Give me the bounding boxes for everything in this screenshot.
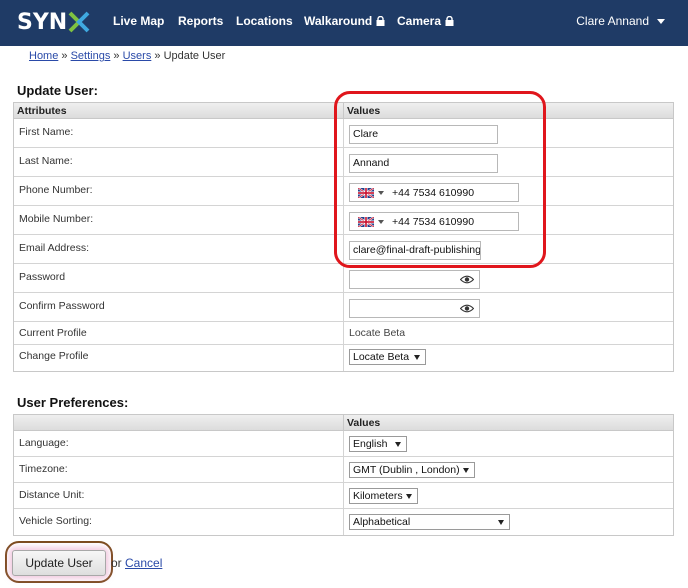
caret-down-icon — [463, 468, 469, 473]
col-values: Values — [347, 417, 381, 429]
table-header: Attributes Values — [14, 103, 673, 119]
cancel-link[interactable]: Cancel — [125, 556, 162, 570]
email-label: Email Address: — [14, 235, 344, 263]
mobile-label: Mobile Number: — [14, 206, 344, 234]
phone-value: +44 7534 610990 — [392, 186, 475, 199]
breadcrumb-settings[interactable]: Settings — [71, 50, 111, 62]
change-profile-value: Locate Beta — [353, 351, 410, 363]
first-name-label: First Name: — [14, 119, 344, 147]
distance-unit-select[interactable]: Kilometers — [349, 488, 418, 504]
row-change-profile: Change Profile Locate Beta — [14, 345, 673, 371]
first-name-input[interactable]: Clare — [349, 125, 498, 144]
current-profile-value: Locate Beta — [349, 327, 406, 339]
table-header: Values — [14, 415, 673, 431]
nav-camera-label: Camera — [397, 14, 442, 28]
user-preferences-title: User Preferences: — [17, 395, 129, 410]
col-values: Values — [347, 105, 381, 117]
change-profile-select[interactable]: Locate Beta — [349, 349, 426, 365]
nav-live-map[interactable]: Live Map — [113, 14, 164, 28]
caret-down-icon — [498, 520, 504, 525]
breadcrumb-separator: » — [61, 50, 68, 62]
nav-live-map-label: Live Map — [113, 14, 165, 28]
caret-down-icon — [657, 19, 665, 24]
current-profile-label: Current Profile — [14, 322, 344, 344]
eye-icon[interactable] — [460, 304, 474, 313]
breadcrumb-home[interactable]: Home — [29, 50, 58, 62]
last-name-input[interactable]: Annand — [349, 154, 498, 173]
row-timezone: Timezone: GMT (Dublin , London) — [14, 457, 673, 483]
phone-input[interactable]: +44 7534 610990 — [349, 183, 519, 202]
mobile-value: +44 7534 610990 — [392, 215, 475, 228]
caret-down-icon — [414, 355, 420, 360]
nav-locations[interactable]: Locations — [236, 14, 293, 28]
row-last-name: Last Name: Annand — [14, 148, 673, 177]
user-name: Clare Annand — [576, 14, 649, 28]
lock-icon — [376, 16, 385, 26]
caret-down-icon — [406, 494, 412, 499]
user-preferences-table: Values Language: English Timezone: GMT (… — [13, 414, 674, 536]
logo-x-icon — [68, 11, 90, 33]
col-blank — [14, 415, 344, 430]
caret-down-icon — [378, 219, 384, 224]
row-language: Language: English — [14, 431, 673, 457]
uk-flag-icon[interactable] — [358, 216, 374, 227]
nav-reports-label: Reports — [178, 14, 224, 28]
breadcrumb: Home » Settings » Users » Update User — [29, 50, 225, 62]
language-select[interactable]: English — [349, 436, 407, 452]
confirm-password-label: Confirm Password — [14, 293, 344, 321]
uk-flag-icon[interactable] — [358, 187, 374, 198]
breadcrumb-separator: » — [113, 50, 120, 62]
update-user-button[interactable]: Update User — [12, 550, 106, 576]
mobile-input[interactable]: +44 7534 610990 — [349, 212, 519, 231]
row-phone: Phone Number: +44 7534 610990 — [14, 177, 673, 206]
logo-text: SYN — [17, 9, 68, 35]
lock-icon — [445, 16, 454, 26]
update-user-title: Update User: — [17, 83, 98, 98]
user-menu[interactable]: Clare Annand — [576, 14, 665, 28]
vehicle-sorting-select[interactable]: Alphabetical — [349, 514, 510, 530]
top-navbar: SYN Live Map Reports Locations Walkaroun… — [0, 0, 688, 46]
update-user-table: Attributes Values First Name: Clare Last… — [13, 102, 674, 372]
confirm-password-input[interactable] — [349, 299, 480, 318]
nav-locations-label: Locations — [236, 14, 293, 28]
distance-unit-value: Kilometers — [353, 490, 403, 502]
timezone-select[interactable]: GMT (Dublin , London) — [349, 462, 475, 478]
row-first-name: First Name: Clare — [14, 119, 673, 148]
eye-icon[interactable] — [460, 275, 474, 284]
distance-unit-label: Distance Unit: — [14, 483, 344, 508]
change-profile-label: Change Profile — [14, 345, 344, 371]
caret-down-icon — [395, 442, 401, 447]
nav-camera[interactable]: Camera — [397, 14, 454, 28]
row-password: Password — [14, 264, 673, 293]
breadcrumb-users[interactable]: Users — [123, 50, 152, 62]
breadcrumb-current: Update User — [163, 50, 226, 62]
timezone-label: Timezone: — [14, 457, 344, 482]
nav-reports[interactable]: Reports — [178, 14, 223, 28]
row-email: Email Address: clare@final-draft-publish… — [14, 235, 673, 264]
row-distance-unit: Distance Unit: Kilometers — [14, 483, 673, 509]
password-label: Password — [14, 264, 344, 292]
row-mobile: Mobile Number: +44 7534 610990 — [14, 206, 673, 235]
row-confirm-password: Confirm Password — [14, 293, 673, 322]
language-label: Language: — [14, 431, 344, 456]
nav-walkaround[interactable]: Walkaround — [304, 14, 385, 28]
language-value: English — [353, 438, 388, 450]
vehicle-sorting-label: Vehicle Sorting: — [14, 509, 344, 535]
phone-label: Phone Number: — [14, 177, 344, 205]
breadcrumb-separator: » — [154, 50, 161, 62]
or-text: or — [111, 556, 122, 570]
last-name-label: Last Name: — [14, 148, 344, 176]
row-vehicle-sorting: Vehicle Sorting: Alphabetical — [14, 509, 673, 535]
caret-down-icon — [378, 190, 384, 195]
nav-walkaround-label: Walkaround — [304, 14, 373, 28]
row-current-profile: Current Profile Locate Beta — [14, 322, 673, 345]
col-attributes: Attributes — [14, 103, 344, 118]
synx-logo[interactable]: SYN — [17, 9, 90, 35]
email-input[interactable]: clare@final-draft-publishing — [349, 241, 481, 260]
timezone-value: GMT (Dublin , London) — [353, 464, 460, 476]
vehicle-sorting-value: Alphabetical — [353, 516, 411, 528]
password-input[interactable] — [349, 270, 480, 289]
